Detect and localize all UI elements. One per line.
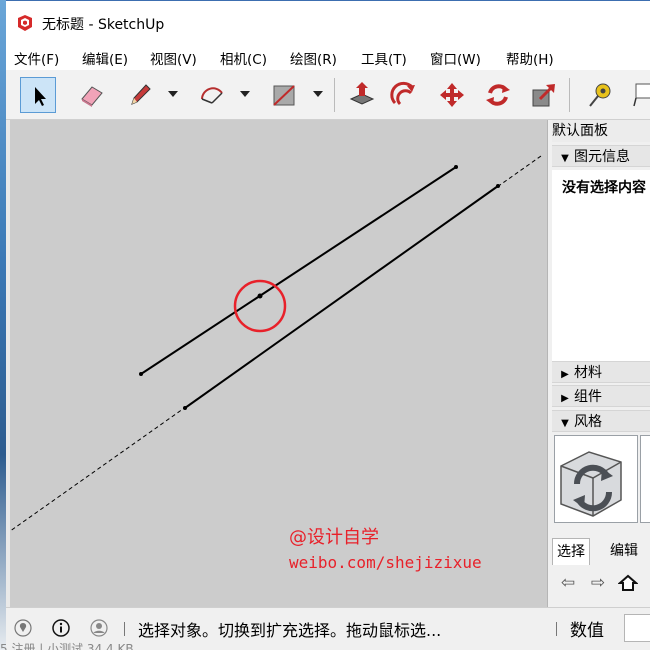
endpoint-marker	[496, 184, 500, 188]
back-arrow-icon[interactable]: ⇦	[558, 573, 578, 593]
expand-triangle-icon: ▶	[561, 369, 569, 380]
edge-lower[interactable]	[184, 185, 499, 409]
rotate-tool-button[interactable]	[480, 77, 516, 113]
menu-tools[interactable]: 工具(T)	[358, 47, 410, 69]
pencil-tool-button[interactable]	[122, 77, 158, 113]
move-icon	[440, 83, 464, 107]
no-selection-text: 没有选择内容	[562, 180, 646, 196]
midpoint-marker	[257, 293, 263, 299]
scale-tool-button[interactable]	[526, 77, 562, 113]
offset-tool-button[interactable]	[386, 77, 422, 113]
default-tray: 默认面板 ▼ 图元信息 没有选择内容 ▶ 材料 ▶ 组件 ▼ 风格 选择 编辑 …	[547, 120, 650, 607]
text-tool-button[interactable]	[624, 77, 650, 113]
collapse-triangle-icon: ▼	[561, 153, 569, 164]
entity-info-label: 图元信息	[574, 149, 630, 165]
endpoint-marker	[183, 406, 187, 410]
geo-location-icon[interactable]	[14, 619, 32, 637]
menu-window[interactable]: 窗口(W)	[427, 47, 484, 69]
style-update-icon	[560, 451, 622, 517]
watermark: @设计自学 weibo.com/shejizixue	[289, 525, 482, 575]
watermark-url: weibo.com/shejizixue	[289, 553, 482, 572]
pencil-dropdown-icon[interactable]	[167, 89, 179, 99]
edge-upper[interactable]	[140, 166, 457, 375]
info-icon[interactable]	[52, 619, 70, 637]
arc-tool-button[interactable]	[194, 77, 230, 113]
tab-style-select[interactable]: 选择	[552, 538, 590, 565]
background-taskbar-text: 5 注册 | 小测试 34.4 KB	[0, 642, 134, 650]
entity-info-header[interactable]: ▼ 图元信息	[552, 145, 650, 167]
toolbar	[6, 70, 650, 120]
tape-measure-tool-button[interactable]	[582, 77, 618, 113]
endpoint-marker	[139, 372, 143, 376]
highlight-circle	[233, 279, 287, 333]
text-icon	[633, 83, 650, 107]
menu-draw[interactable]: 绘图(R)	[287, 47, 340, 69]
menu-edit[interactable]: 编辑(E)	[79, 47, 131, 69]
account-icon[interactable]	[90, 619, 108, 637]
push-pull-icon	[349, 82, 375, 105]
rectangle-icon	[273, 85, 295, 106]
menu-file[interactable]: 文件(F)	[11, 47, 62, 69]
scale-icon	[532, 84, 555, 107]
eraser-tool-button[interactable]	[74, 77, 110, 113]
pencil-icon	[131, 84, 151, 105]
status-message: 选择对象。切换到扩充选择。拖动鼠标选...	[138, 621, 442, 640]
forward-arrow-icon[interactable]: ⇨	[588, 573, 608, 593]
components-label: 组件	[574, 389, 602, 405]
rotate-icon	[486, 84, 510, 106]
window-title: 无标题 - SketchUp	[42, 17, 165, 33]
tray-title: 默认面板	[552, 120, 650, 142]
menu-camera[interactable]: 相机(C)	[217, 47, 270, 69]
collapse-triangle-icon: ▼	[561, 418, 569, 429]
push-pull-tool-button[interactable]	[344, 77, 380, 113]
drawing-viewport[interactable]: @设计自学 weibo.com/shejizixue	[10, 120, 547, 607]
tab-style-edit[interactable]: 编辑	[606, 538, 642, 564]
status-separator	[556, 622, 557, 636]
materials-header[interactable]: ▶ 材料	[552, 361, 650, 383]
move-tool-button[interactable]	[434, 77, 470, 113]
entity-info-panel: 没有选择内容	[552, 170, 650, 362]
status-separator	[124, 622, 125, 636]
styles-header[interactable]: ▼ 风格	[552, 410, 650, 432]
arc-icon	[201, 87, 223, 104]
endpoint-marker	[454, 165, 458, 169]
title-bar: 无标题 - SketchUp	[6, 0, 650, 44]
watermark-handle: @设计自学	[289, 527, 379, 548]
arrow-cursor-icon	[35, 87, 46, 106]
rectangle-tool-button[interactable]	[266, 77, 302, 113]
styles-label: 风格	[574, 414, 602, 430]
measurements-label: 数值	[570, 621, 604, 641]
menu-view[interactable]: 视图(V)	[147, 47, 200, 69]
rectangle-dropdown-icon[interactable]	[312, 89, 324, 99]
tape-measure-icon	[589, 83, 611, 107]
measurements-input[interactable]	[624, 614, 650, 642]
style-thumbnail[interactable]	[554, 435, 638, 523]
materials-label: 材料	[574, 365, 602, 381]
select-tool-button[interactable]	[20, 77, 56, 113]
components-header[interactable]: ▶ 组件	[552, 385, 650, 407]
expand-triangle-icon: ▶	[561, 393, 569, 404]
toolbar-separator	[569, 78, 570, 112]
menu-help[interactable]: 帮助(H)	[503, 47, 557, 69]
sketchup-logo-icon	[18, 15, 32, 31]
eraser-icon	[81, 86, 103, 107]
home-icon[interactable]	[618, 573, 638, 593]
style-details-box	[640, 435, 650, 523]
menu-bar: 文件(F) 编辑(E) 视图(V) 相机(C) 绘图(R) 工具(T) 窗口(W…	[6, 44, 650, 68]
sketchup-window: 无标题 - SketchUp 文件(F) 编辑(E) 视图(V) 相机(C) 绘…	[0, 0, 650, 650]
offset-icon	[390, 81, 415, 106]
arc-dropdown-icon[interactable]	[239, 89, 251, 99]
toolbar-separator	[334, 78, 335, 112]
